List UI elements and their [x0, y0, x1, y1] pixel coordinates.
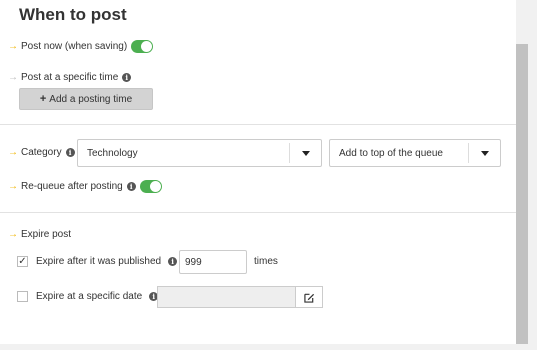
- post-now-row: → Post now (when saving): [8, 40, 154, 53]
- category-row: → Category i: [8, 147, 75, 158]
- queue-position-value: Add to top of the queue: [339, 147, 443, 159]
- chevron-down-icon: [301, 150, 310, 156]
- expire-after-row: ✓ Expire after it was published i: [17, 256, 178, 267]
- arrow-right-icon: →: [8, 71, 18, 83]
- requeue-label: Re-queue after posting: [21, 181, 123, 192]
- date-picker-button[interactable]: [295, 286, 323, 308]
- vertical-scrollbar-thumb[interactable]: [516, 44, 528, 344]
- divider: [0, 212, 516, 213]
- section-heading: When to post: [19, 5, 127, 24]
- expire-times-value: 999: [185, 256, 202, 268]
- info-icon[interactable]: i: [168, 257, 178, 266]
- post-specific-row: → Post at a specific time i: [8, 71, 132, 83]
- arrow-right-icon: →: [8, 40, 18, 52]
- expire-date-row: Expire at a specific date i: [17, 291, 159, 302]
- expire-after-label: Expire after it was published: [36, 256, 162, 267]
- add-posting-time-label: Add a posting time: [49, 93, 133, 105]
- post-now-label: Post now (when saving): [21, 41, 128, 52]
- queue-position-select[interactable]: Add to top of the queue: [329, 139, 501, 167]
- expire-row: → Expire post: [8, 229, 71, 240]
- category-dropdown-toggle[interactable]: [289, 143, 321, 163]
- edit-icon: [303, 293, 314, 303]
- category-select[interactable]: Technology: [77, 139, 322, 167]
- times-unit-label: times: [254, 256, 278, 267]
- divider: [0, 124, 516, 125]
- when-to-post-panel: When to post → Post now (when saving) → …: [0, 0, 516, 344]
- expire-date-checkbox[interactable]: [17, 291, 28, 302]
- expire-date-input[interactable]: [157, 286, 295, 308]
- plus-icon: +: [39, 93, 47, 105]
- times-unit: times: [254, 256, 278, 267]
- expire-times-input[interactable]: 999: [179, 250, 247, 274]
- arrow-right-icon: →: [8, 180, 18, 192]
- expire-after-checkbox[interactable]: ✓: [17, 256, 28, 267]
- info-icon[interactable]: i: [126, 182, 136, 191]
- arrow-right-icon: →: [8, 146, 18, 158]
- expire-label: Expire post: [21, 229, 72, 240]
- arrow-right-icon: →: [8, 228, 18, 240]
- requeue-toggle[interactable]: [139, 180, 162, 193]
- add-posting-time-button[interactable]: + Add a posting time: [19, 88, 153, 110]
- category-label: Category: [21, 147, 62, 158]
- chevron-down-icon: [480, 150, 489, 156]
- expire-date-label: Expire at a specific date: [36, 291, 143, 302]
- horizontal-scrollbar[interactable]: [0, 344, 537, 350]
- requeue-row: → Re-queue after posting i: [8, 180, 162, 193]
- info-icon[interactable]: i: [122, 73, 132, 82]
- queue-dropdown-toggle[interactable]: [468, 143, 500, 163]
- info-icon[interactable]: i: [65, 148, 75, 157]
- post-now-toggle[interactable]: [131, 40, 154, 53]
- category-select-value: Technology: [87, 147, 138, 159]
- post-specific-label: Post at a specific time: [21, 72, 119, 83]
- check-icon: ✓: [18, 255, 27, 267]
